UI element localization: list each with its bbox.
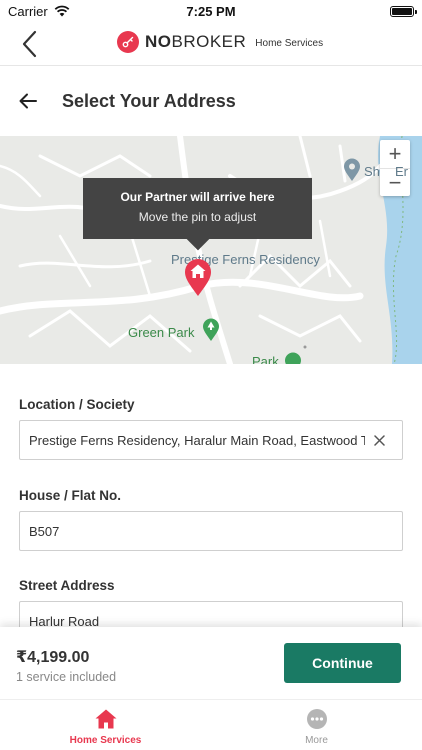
arrow-left-icon	[19, 93, 37, 109]
tab-label: More	[305, 735, 328, 746]
close-icon	[373, 434, 385, 446]
location-label: Location / Society	[19, 397, 135, 412]
tab-home-services[interactable]: Home Services	[0, 700, 211, 750]
tab-bar: Home Services More	[0, 699, 422, 750]
home-icon	[95, 709, 116, 729]
park-tree-icon	[285, 352, 301, 364]
map-label-green-park: Green Park	[128, 325, 195, 340]
brand-name: NOBROKER	[145, 32, 247, 51]
house-input[interactable]: B507	[19, 511, 403, 551]
park-tree-icon	[203, 318, 219, 341]
map-label-sh: Sh	[364, 164, 380, 179]
map-label-park: Park	[252, 354, 279, 364]
status-bar: Carrier 7:25 PM	[0, 0, 422, 22]
tab-label: Home Services	[69, 735, 142, 746]
carrier-label: Carrier	[8, 3, 48, 19]
location-value: Prestige Ferns Residency, Haralur Main R…	[29, 432, 365, 448]
title-row: Select Your Address	[0, 66, 422, 136]
brand-header: NOBROKER Home Services	[0, 22, 422, 66]
nav-back-button[interactable]	[16, 28, 42, 60]
map-label-er: Er	[395, 164, 408, 179]
tab-more[interactable]: More	[211, 700, 422, 750]
wifi-icon	[54, 5, 70, 17]
status-left: Carrier	[8, 4, 70, 19]
map-poi-pin-icon	[344, 158, 360, 181]
battery-icon	[390, 5, 417, 17]
house-value: B507	[29, 523, 60, 539]
tooltip-title: Our Partner will arrive here	[120, 190, 275, 204]
continue-button[interactable]: Continue	[284, 643, 401, 683]
chevron-left-icon	[22, 30, 37, 58]
tooltip-subtitle: Move the pin to adjust	[138, 210, 257, 224]
clear-location-button[interactable]	[365, 426, 393, 454]
map-tooltip: Our Partner will arrive here Move the pi…	[83, 178, 312, 239]
map-view[interactable]: + − Sh Er Prestige Ferns Residency Green…	[0, 136, 422, 364]
price-bar: ₹4,199.00 1 service included Continue	[0, 627, 422, 699]
location-pin-icon[interactable]	[182, 257, 214, 297]
more-dots-icon	[306, 709, 327, 729]
total-price: ₹4,199.00	[16, 649, 90, 666]
street-label: Street Address	[19, 578, 115, 593]
page-title: Select Your Address	[62, 90, 236, 111]
brand-subtitle: Home Services	[255, 38, 324, 49]
brand: NOBROKER Home Services	[117, 31, 323, 53]
location-input[interactable]: Prestige Ferns Residency, Haralur Main R…	[19, 420, 403, 460]
house-label: House / Flat No.	[19, 488, 122, 503]
services-count: 1 service included	[16, 670, 117, 684]
nobroker-logo-icon	[117, 31, 139, 53]
back-button[interactable]	[0, 66, 56, 136]
